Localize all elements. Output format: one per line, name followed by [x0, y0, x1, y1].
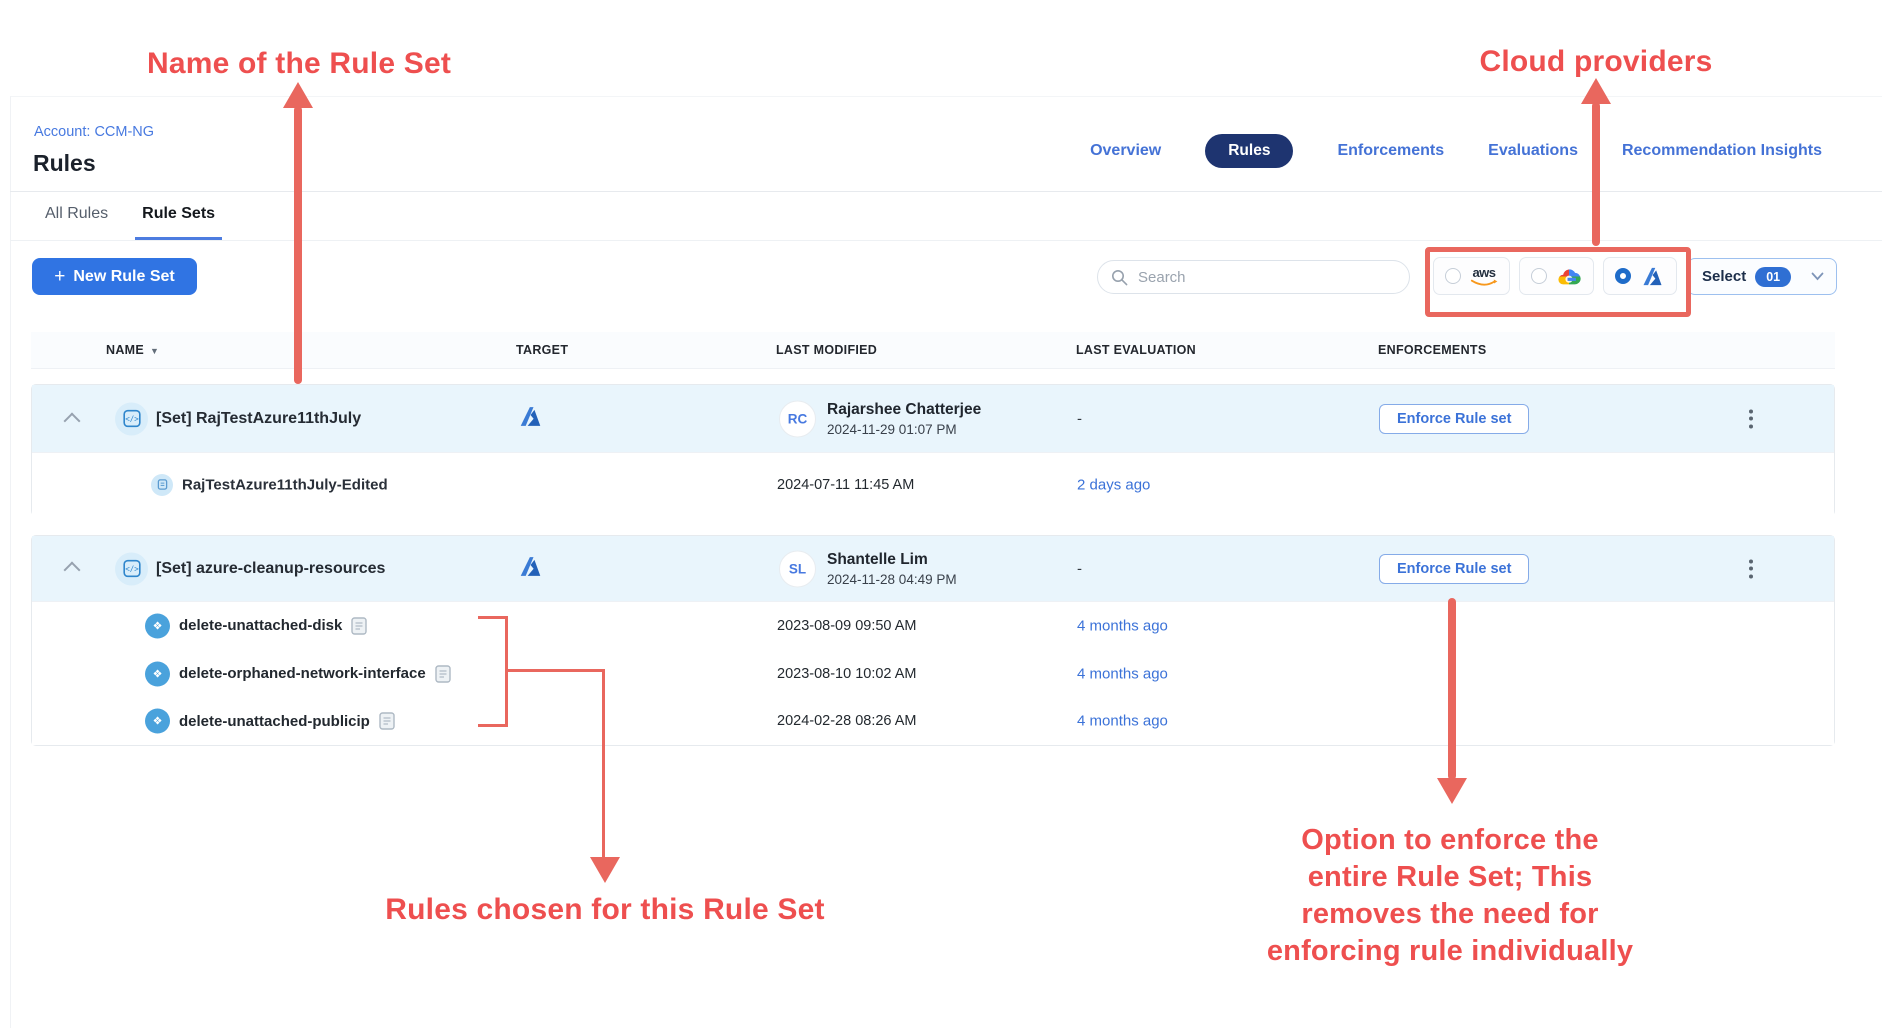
modified-by: Shantelle Lim [827, 551, 957, 569]
column-header-enforcements: ENFORCEMENTS [1378, 343, 1486, 357]
row-menu-kebab-icon[interactable] [1745, 555, 1757, 582]
rule-last-modified: 2023-08-09 09:50 AM [777, 618, 916, 634]
rule-name[interactable]: delete-orphaned-network-interface [179, 665, 426, 682]
rule-last-modified: 2024-02-28 08:26 AM [777, 713, 916, 729]
rule-description-icon[interactable] [379, 712, 395, 730]
account-breadcrumb[interactable]: Account: CCM-NG [34, 124, 154, 140]
tabs-divider [10, 240, 1882, 241]
rule-last-evaluation-link[interactable]: 4 months ago [1077, 665, 1168, 682]
rule-set-card: </> [Set] RajTestAzure11thJuly RC Rajars… [31, 384, 1835, 516]
new-rule-set-button[interactable]: + New Rule Set [32, 258, 197, 295]
top-nav: Overview Rules Enforcements Evaluations … [1090, 134, 1822, 168]
rule-name[interactable]: delete-unattached-disk [179, 617, 342, 634]
azure-icon [517, 554, 544, 584]
cloud-provider-filters: aws [1433, 257, 1677, 295]
svg-text:</>: </> [125, 415, 139, 424]
header-divider [10, 191, 1882, 192]
rule-name[interactable]: delete-unattached-publicip [179, 713, 370, 730]
last-modified-cell: Shantelle Lim 2024-11-28 04:49 PM [827, 551, 957, 587]
tab-bar: All Rules Rule Sets [45, 203, 222, 240]
rule-last-evaluation-link[interactable]: 4 months ago [1077, 713, 1168, 730]
rule-set-card: </> [Set] azure-cleanup-resources SL Sha… [31, 535, 1835, 746]
rule-row[interactable]: ❖ delete-orphaned-network-interface 2023… [32, 650, 1834, 698]
collapse-chevron-icon[interactable] [66, 563, 78, 581]
search-box [1097, 260, 1410, 294]
select-count-badge: 01 [1755, 267, 1791, 287]
nav-rules[interactable]: Rules [1205, 134, 1293, 168]
row-menu-kebab-icon[interactable] [1745, 405, 1757, 432]
rule-set-icon: </> [115, 402, 148, 435]
azure-icon [1640, 265, 1665, 288]
tab-all-rules[interactable]: All Rules [45, 203, 108, 240]
rule-last-modified: 2024-07-11 11:45 AM [777, 477, 914, 493]
column-header-name[interactable]: NAME▼ [106, 343, 159, 357]
last-evaluation-value: - [1077, 560, 1082, 577]
rule-row[interactable]: ❖ delete-unattached-disk 2023-08-09 09:5… [32, 601, 1834, 650]
rule-set-name[interactable]: [Set] azure-cleanup-resources [156, 560, 385, 578]
last-evaluation-value: - [1077, 410, 1082, 427]
last-modified-cell: Rajarshee Chatterjee 2024-11-29 01:07 PM [827, 401, 981, 437]
provider-chip-gcp[interactable] [1519, 257, 1594, 295]
enforce-rule-set-button[interactable]: Enforce Rule set [1379, 404, 1529, 434]
tab-rule-sets[interactable]: Rule Sets [135, 203, 222, 240]
nav-recommendation-insights[interactable]: Recommendation Insights [1622, 142, 1822, 160]
rule-description-icon[interactable] [435, 665, 451, 683]
column-header-target: TARGET [516, 343, 568, 357]
column-header-last-evaluation: LAST EVALUATION [1076, 343, 1196, 357]
rule-last-evaluation-link[interactable]: 2 days ago [1077, 476, 1150, 493]
rule-icon: ❖ [145, 661, 170, 686]
avatar: RC [779, 400, 816, 437]
provider-chip-aws[interactable]: aws [1433, 257, 1510, 295]
modified-at: 2024-11-28 04:49 PM [827, 572, 957, 587]
azure-icon [517, 404, 544, 434]
svg-text:</>: </> [125, 565, 139, 574]
nav-evaluations[interactable]: Evaluations [1488, 142, 1578, 160]
nav-enforcements[interactable]: Enforcements [1337, 142, 1444, 160]
gcp-radio[interactable] [1531, 268, 1547, 284]
rule-icon [151, 474, 173, 496]
rules-list: ❖ delete-unattached-disk 2023-08-09 09:5… [32, 601, 1834, 745]
rule-set-row[interactable]: </> [Set] azure-cleanup-resources SL Sha… [32, 536, 1834, 601]
rule-set-name[interactable]: [Set] RajTestAzure11thJuly [156, 410, 361, 428]
sort-caret-icon: ▼ [150, 346, 159, 356]
modified-by: Rajarshee Chatterjee [827, 401, 981, 419]
chevron-down-icon [1811, 268, 1824, 286]
rule-set-row[interactable]: </> [Set] RajTestAzure11thJuly RC Rajars… [32, 385, 1834, 452]
rule-last-evaluation-link[interactable]: 4 months ago [1077, 617, 1168, 634]
rule-description-icon[interactable] [351, 617, 367, 635]
aws-radio[interactable] [1445, 268, 1461, 284]
gcp-icon [1556, 266, 1582, 287]
collapse-chevron-icon[interactable] [66, 414, 78, 432]
annotation-rule-set-name-label: Name of the Rule Set [129, 47, 469, 81]
rule-icon: ❖ [145, 709, 170, 734]
provider-chip-azure[interactable] [1603, 257, 1677, 295]
annotation-cloud-providers-label: Cloud providers [1446, 45, 1746, 79]
column-header-last-modified: LAST MODIFIED [776, 343, 877, 357]
table-header-row: NAME▼ TARGET LAST MODIFIED LAST EVALUATI… [31, 332, 1835, 369]
new-rule-set-label: New Rule Set [73, 268, 174, 286]
enforce-rule-set-button[interactable]: Enforce Rule set [1379, 554, 1529, 584]
rule-row[interactable]: RajTestAzure11thJuly-Edited 2024-07-11 1… [32, 452, 1834, 516]
search-input[interactable] [1097, 260, 1410, 294]
plus-icon: + [54, 267, 65, 286]
select-dropdown[interactable]: Select 01 [1687, 258, 1837, 295]
page-title: Rules [33, 150, 96, 177]
avatar: SL [779, 550, 816, 587]
modified-at: 2024-11-29 01:07 PM [827, 422, 981, 437]
nav-overview[interactable]: Overview [1090, 142, 1161, 160]
rule-row[interactable]: ❖ delete-unattached-publicip 2024-02-28 … [32, 697, 1834, 745]
rule-set-icon: </> [115, 552, 148, 585]
rule-icon: ❖ [145, 613, 170, 638]
select-label: Select [1702, 268, 1746, 285]
rule-last-modified: 2023-08-10 10:02 AM [777, 666, 916, 682]
azure-radio-selected[interactable] [1615, 268, 1631, 284]
rule-name[interactable]: RajTestAzure11thJuly-Edited [182, 476, 388, 493]
aws-icon: aws [1470, 266, 1498, 287]
